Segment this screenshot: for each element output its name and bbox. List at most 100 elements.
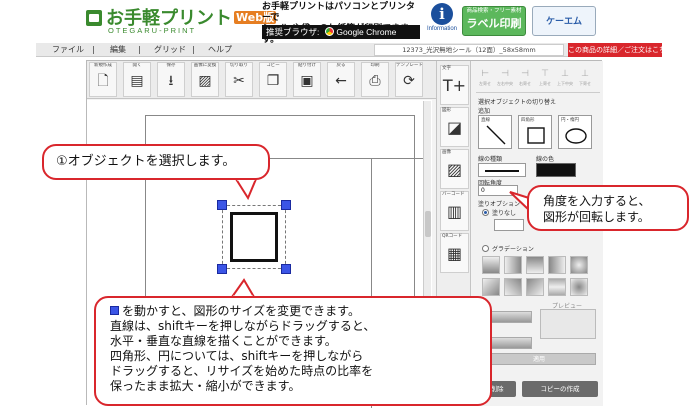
align-icon: ⊥ — [581, 69, 589, 79]
align-button[interactable]: ⊢ 左寄せ — [476, 67, 494, 91]
tagline-line: お手軽プリントはパソコンとプリンターで — [262, 2, 416, 23]
tagline: お手軽プリントはパソコンとプリンターで シール や袋、のし紙等が印刷できます。 — [262, 2, 422, 46]
shape-rectangle-button[interactable]: 四角形 — [518, 115, 552, 149]
menu-edit[interactable]: 編集 — [110, 43, 126, 57]
fill-none-label: 塗りなし — [492, 210, 517, 217]
tool-paste-button[interactable]: 貼り付け ▣ — [293, 62, 321, 97]
tool-image-button[interactable]: 画像に変換 ▨ — [191, 62, 219, 97]
callout-text: 水平・垂直な直線を描くことができます。 — [110, 334, 337, 348]
align-icon: ⊥ — [561, 69, 569, 79]
line-color-swatch[interactable] — [536, 163, 576, 177]
shape-line-button[interactable]: 直線 — [478, 115, 512, 149]
app-screenshot: お手軽プリント Web版 OTEGARU-PRINT お手軽プリントはパソコンとプ… — [0, 0, 700, 420]
callout-text: を動かすと、図形のサイズを変更できます。 — [110, 304, 490, 319]
browser-label: 推奨ブラウザ: — [266, 27, 320, 37]
align-label: 左寄せ — [479, 81, 491, 86]
align-label: 上下中央 — [557, 81, 573, 86]
resize-handle-top-right[interactable] — [281, 200, 291, 210]
align-label: 上寄せ — [539, 81, 551, 86]
tool-back-arrow-button[interactable]: 戻る ← — [327, 62, 355, 97]
align-button[interactable]: ⊥ 上下中央 — [556, 67, 574, 91]
apply-button[interactable]: 適用 — [482, 353, 596, 365]
gradient-preview — [540, 309, 596, 339]
download-icon: ⭳ — [168, 73, 174, 89]
tool-refresh-button[interactable]: テンプレート変更⟳ — [395, 62, 423, 97]
callout-rotation: 角度を入力すると、 図形が回転します。 — [527, 185, 689, 231]
align-button[interactable]: ⊣ 左右中央 — [496, 67, 514, 91]
gradient-presets — [482, 256, 596, 296]
paste-icon: ▣ — [300, 73, 314, 89]
tool-download-button[interactable]: 保存 ⭳ — [157, 62, 185, 97]
gradient-preset[interactable] — [526, 256, 544, 274]
callout-select-object: ①オブジェクトを選択します。 — [42, 144, 270, 180]
line-type-select[interactable] — [478, 163, 526, 177]
menu-grid[interactable]: グリッド — [154, 43, 186, 57]
fill-options-label: 塗りオプション — [478, 201, 521, 208]
text-icon: T+ — [442, 76, 467, 95]
menu-file[interactable]: ファイル — [52, 43, 84, 57]
callout-text: 保ったまま拡大・縮小ができます。 — [110, 379, 301, 393]
shape-icon: ◪ — [446, 118, 463, 137]
insert-qr-code-button[interactable]: QRコード ▦ — [440, 233, 469, 273]
gradient-preset[interactable] — [570, 256, 588, 274]
align-toolbar: ⊢ 左寄せ ⊣ 左右中央 ⊣ 右寄せ ⊤ 上寄せ ⊥ 上下中央 ⊥ 下寄せ — [476, 65, 600, 93]
open-icon: ▤ — [130, 73, 144, 89]
fill-none-radio[interactable] — [482, 209, 489, 216]
tool-cut-button[interactable]: 切り取り ✂ — [225, 62, 253, 97]
scrollbar-thumb[interactable] — [425, 211, 431, 237]
barcode-icon: ▥ — [446, 202, 463, 221]
info-icon: i — [431, 3, 453, 25]
insert-text-button[interactable]: 文字 T+ — [440, 65, 469, 105]
resize-handle-top-left[interactable] — [217, 200, 227, 210]
create-copy-button[interactable]: コピーの作成 — [522, 381, 598, 397]
tool-open-button[interactable]: 開く ▤ — [123, 62, 151, 97]
insert-barcode-button[interactable]: バーコード ▥ — [440, 191, 469, 231]
recommended-browser: 推奨ブラウザ: Google Chrome — [262, 25, 420, 39]
banner-label: ラベル印刷 — [466, 17, 522, 30]
logo[interactable]: お手軽プリント Web版 OTEGARU-PRINT — [86, 4, 277, 38]
callout-text-segment: を動かすと、図形のサイズを変更できます。 — [122, 304, 360, 318]
insert-shape-button[interactable]: 図形 ◪ — [440, 107, 469, 147]
information-button[interactable]: i Information — [424, 3, 460, 39]
menu-help[interactable]: ヘルプ — [208, 43, 232, 57]
insert-image-button[interactable]: 画像 ▨ — [440, 149, 469, 189]
resize-handle-bottom-left[interactable] — [217, 264, 227, 274]
information-label: Information — [426, 26, 457, 32]
gradient-preset[interactable] — [548, 278, 566, 296]
fill-color-box[interactable] — [494, 219, 524, 231]
gradient-preset[interactable] — [570, 278, 588, 296]
browser-name: Google Chrome — [336, 27, 397, 37]
callout-text: 直線は、shiftキーを押しながらドラッグすると、 — [110, 319, 376, 333]
line-type-label: 線の種類 — [478, 156, 503, 163]
callout-text: 四角形、円については、shiftキーを押しながら — [110, 349, 364, 363]
gradient-preset[interactable] — [482, 278, 500, 296]
tool-copy-button[interactable]: コピー ❐ — [259, 62, 287, 97]
gradient-preset[interactable] — [548, 256, 566, 274]
product-detail-link[interactable]: この商品の詳細／ご注文はこちら — [568, 43, 673, 57]
tool-file-plus-button[interactable]: 新規作成 🗋 — [89, 62, 117, 97]
shape-ellipse-button[interactable]: 円・楕円 — [558, 115, 592, 149]
gradient-label: グラデーション — [492, 246, 534, 253]
align-button[interactable]: ⊣ 右寄せ — [516, 67, 534, 91]
align-button[interactable]: ⊥ 下寄せ — [576, 67, 594, 91]
callout-text: ドラッグすると、リサイズを始めた時点の比率を — [110, 364, 374, 378]
rectangle-icon — [527, 127, 545, 144]
align-button[interactable]: ⊤ 上寄せ — [536, 67, 554, 91]
cut-icon: ✂ — [233, 73, 245, 89]
gradient-preset[interactable] — [482, 256, 500, 274]
label-print-banner[interactable]: 商品検索・フリー素材 ラベル印刷 — [462, 6, 526, 36]
company-banner[interactable]: ケーエム — [532, 6, 596, 36]
gradient-preset[interactable] — [526, 278, 544, 296]
tool-printer-button[interactable]: 印刷 ⎙ — [361, 62, 389, 97]
gradient-preset[interactable] — [504, 256, 522, 274]
align-label: 左右中央 — [497, 81, 513, 86]
resize-handle-bottom-right[interactable] — [281, 264, 291, 274]
gradient-radio[interactable] — [482, 245, 489, 252]
gradient-preset[interactable] — [504, 278, 522, 296]
ellipse-icon — [565, 128, 587, 144]
selected-rectangle[interactable] — [230, 212, 278, 262]
printer-logo-icon — [86, 10, 102, 26]
align-label: 下寄せ — [579, 81, 591, 86]
add-label: 追加 — [478, 108, 491, 115]
rotation-input[interactable]: 0 — [478, 185, 518, 196]
